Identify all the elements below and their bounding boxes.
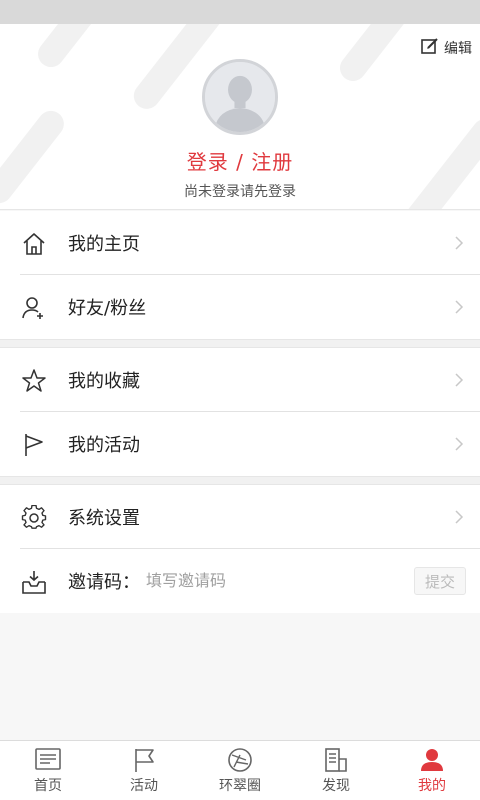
chevron-right-icon (454, 436, 464, 452)
menu-item-label: 我的活动 (68, 435, 140, 456)
tab-discover[interactable]: 发现 (288, 741, 384, 800)
flag-icon (130, 747, 158, 773)
menu-item-label: 系统设置 (68, 508, 140, 529)
menu-item-settings[interactable]: 系统设置 (0, 485, 480, 549)
tab-huancui-circle[interactable]: 环翠圈 (192, 741, 288, 800)
home-icon (21, 231, 47, 257)
menu-item-homepage[interactable]: 我的主页 (0, 211, 480, 275)
menu-item-label: 好友/粉丝 (68, 298, 147, 319)
tab-label: 环翠圈 (219, 778, 261, 794)
menu-item-label: 我的收藏 (68, 371, 140, 392)
tab-mine[interactable]: 我的 (384, 741, 480, 800)
menu-item-friends[interactable]: 好友/粉丝 (0, 275, 480, 339)
chevron-right-icon (454, 299, 464, 315)
compass-icon (226, 747, 254, 773)
chevron-right-icon (454, 509, 464, 525)
login-hint: 尚未登录请先登录 (184, 184, 296, 200)
avatar[interactable] (202, 59, 278, 135)
tab-label: 发现 (322, 778, 350, 794)
submit-button[interactable]: 提交 (414, 567, 466, 595)
status-bar (0, 0, 480, 24)
edit-icon (420, 36, 440, 60)
invite-code-row: 邀请码： 提交 (0, 549, 480, 613)
section-gap (0, 476, 480, 485)
tab-label: 活动 (130, 778, 158, 794)
decor-stripe (32, 24, 128, 73)
chevron-right-icon (454, 235, 464, 251)
profile-header: 编辑 登录 / 注册 尚未登录请先登录 (0, 24, 480, 210)
section-gap (0, 339, 480, 348)
menu-item-favorites[interactable]: 我的收藏 (0, 348, 480, 412)
tab-home[interactable]: 首页 (0, 741, 96, 800)
invite-code-label: 邀请码： (68, 572, 140, 593)
add-friend-icon (21, 295, 47, 321)
star-icon (21, 368, 47, 394)
menu-item-activities[interactable]: 我的活动 (0, 412, 480, 476)
news-icon (34, 747, 62, 773)
gear-icon (21, 505, 47, 531)
discover-icon (322, 747, 350, 773)
chevron-right-icon (454, 372, 464, 388)
edit-button[interactable]: 编辑 (420, 36, 472, 60)
tab-label: 首页 (34, 778, 62, 794)
bottom-tab-bar: 首页 活动 环翠圈 发现 我的 (0, 740, 480, 800)
edit-label: 编辑 (444, 41, 472, 57)
invite-code-input[interactable] (146, 565, 396, 595)
person-icon (418, 747, 446, 773)
menu-item-label: 我的主页 (68, 234, 140, 255)
inbox-download-icon (21, 569, 47, 595)
login-register-link[interactable]: 登录 / 注册 (0, 146, 480, 175)
flag-icon (21, 432, 47, 458)
tab-label: 我的 (418, 778, 446, 794)
tab-activities[interactable]: 活动 (96, 741, 192, 800)
